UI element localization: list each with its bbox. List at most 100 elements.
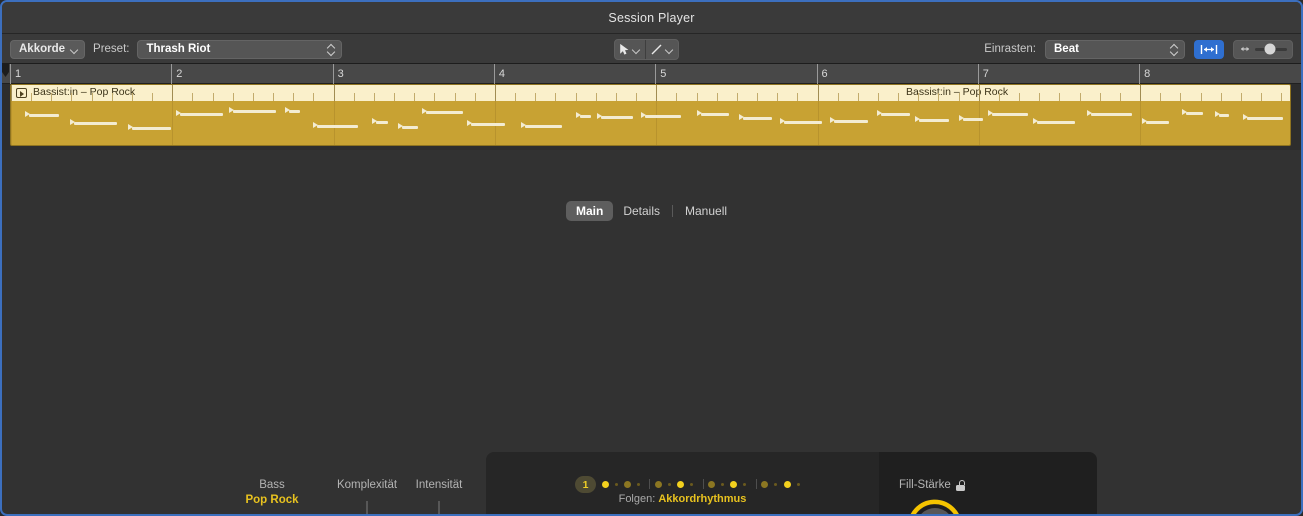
rhythm-dot[interactable]: [721, 483, 724, 486]
region-head-tick: [1019, 93, 1020, 101]
region-head-tick: [1241, 93, 1242, 101]
pointer-tool-button[interactable]: [615, 40, 646, 59]
slider-track: [366, 501, 368, 516]
region-head-tick: [233, 93, 234, 101]
region-note: [317, 125, 358, 128]
region-note: [233, 110, 276, 113]
ruler-bar-2: 2: [171, 64, 182, 84]
zoom-slider-knob[interactable]: [1264, 44, 1275, 55]
stepper-arrows-icon: [1170, 43, 1179, 56]
rhythm-dot[interactable]: [690, 483, 693, 486]
rhythm-dot[interactable]: [655, 481, 662, 488]
region-head-tick: [918, 93, 919, 101]
region-head-tick: [1059, 93, 1060, 101]
rhythm-dot[interactable]: [761, 481, 768, 488]
region-head-tick: [414, 93, 415, 101]
region-note: [963, 118, 983, 121]
snap-select[interactable]: Beat: [1045, 40, 1185, 59]
rhythm-dot[interactable]: [708, 481, 715, 488]
region-head-tick: [938, 93, 939, 101]
zoom-slider-track[interactable]: [1255, 48, 1287, 51]
region-head-tick: [132, 93, 133, 101]
pencil-tool-icon: [651, 44, 662, 55]
knob-fill-starke[interactable]: [906, 498, 964, 516]
tab-main[interactable]: Main: [566, 201, 613, 221]
instrument-preset-label[interactable]: Pop Rock: [212, 494, 332, 506]
region-head-tick: [616, 93, 617, 101]
tab-separator: [672, 205, 673, 217]
rhythm-bar-separator: [649, 479, 650, 489]
region-note: [376, 121, 388, 124]
step-badge[interactable]: 1: [575, 476, 596, 493]
rhythm-dot[interactable]: [797, 483, 800, 486]
region-head-barline: [334, 85, 335, 101]
region-note: [1219, 114, 1229, 117]
session-player-window: Session Player Akkorde Preset: Thrash Ri…: [0, 0, 1303, 516]
region-head-tick: [1261, 93, 1262, 101]
region-head-tick: [797, 93, 798, 101]
editor-tab-bar: Main Details Manuell: [2, 198, 1301, 224]
region-head-tick: [878, 93, 879, 101]
region-head-barline: [818, 85, 819, 101]
follow-value[interactable]: Akkordrhythmus: [658, 493, 746, 505]
ruler-bar-7: 7: [978, 64, 989, 84]
region-head-tick: [1281, 93, 1282, 101]
region-note: [834, 120, 868, 123]
rhythm-dot[interactable]: [602, 481, 609, 488]
zoom-slider[interactable]: [1233, 40, 1293, 59]
tab-manuell[interactable]: Manuell: [675, 201, 737, 221]
region-barline: [334, 101, 335, 146]
pencil-tool-button[interactable]: [646, 40, 678, 59]
region-head-tick: [394, 93, 395, 101]
slider-intensitat[interactable]: [419, 501, 459, 516]
rhythm-dot[interactable]: [637, 483, 640, 486]
region-head-tick: [999, 93, 1000, 101]
region-barline: [172, 101, 173, 146]
fit-to-width-button[interactable]: [1194, 40, 1224, 59]
region-note: [919, 119, 949, 122]
rhythm-dot[interactable]: [624, 481, 631, 488]
rhythm-dot[interactable]: [615, 483, 618, 486]
region-note: [29, 114, 59, 117]
region-note: [1037, 121, 1075, 124]
player-region[interactable]: Bassist:in – Pop Rock Bassist:in – Pop R…: [10, 84, 1291, 146]
region-note: [1146, 121, 1169, 124]
editor-spacer: [2, 150, 1301, 198]
region-head-tick: [92, 93, 93, 101]
rhythm-dot[interactable]: [784, 481, 791, 488]
mode-popup-button[interactable]: Akkorde: [10, 40, 85, 59]
bar-ruler[interactable]: 12345678: [2, 64, 1301, 84]
region-head-tick: [1039, 93, 1040, 101]
rhythm-dot[interactable]: [677, 481, 684, 488]
region-head-tick: [152, 93, 153, 101]
unlock-icon[interactable]: [956, 480, 965, 491]
rhythm-bar-separator: [756, 479, 757, 489]
tab-details[interactable]: Details: [613, 201, 670, 221]
preset-select[interactable]: Thrash Riot: [137, 40, 342, 59]
region-head-tick: [898, 93, 899, 101]
rhythm-dot[interactable]: [668, 483, 671, 486]
region-head-tick: [253, 93, 254, 101]
slider-track: [438, 501, 440, 516]
region-head-tick: [1180, 93, 1181, 101]
region-head-barline: [979, 85, 980, 101]
knob-label-fill-starke: Fill-Stärke: [899, 479, 965, 491]
region-head-tick: [51, 93, 52, 101]
slider-label-intensitat: Intensität: [402, 479, 476, 491]
region-note: [645, 115, 681, 118]
region-head-tick: [455, 93, 456, 101]
ruler-bar-3: 3: [333, 64, 344, 84]
slider-komplexitat[interactable]: [347, 501, 387, 516]
editor-toolbar: Akkorde Preset: Thrash Riot: [2, 34, 1301, 64]
region-head-tick: [293, 93, 294, 101]
rhythm-bar-separator: [703, 479, 704, 489]
ruler-bar-8: 8: [1139, 64, 1150, 84]
rhythm-dot[interactable]: [730, 481, 737, 488]
ruler-bar-1: 1: [10, 64, 21, 84]
ruler-bar-4: 4: [494, 64, 505, 84]
region-head-tick: [112, 93, 113, 101]
region-head-tick: [777, 93, 778, 101]
player-region-icon: [16, 88, 27, 98]
region-head-tick: [1100, 93, 1101, 101]
region-note: [74, 122, 117, 125]
